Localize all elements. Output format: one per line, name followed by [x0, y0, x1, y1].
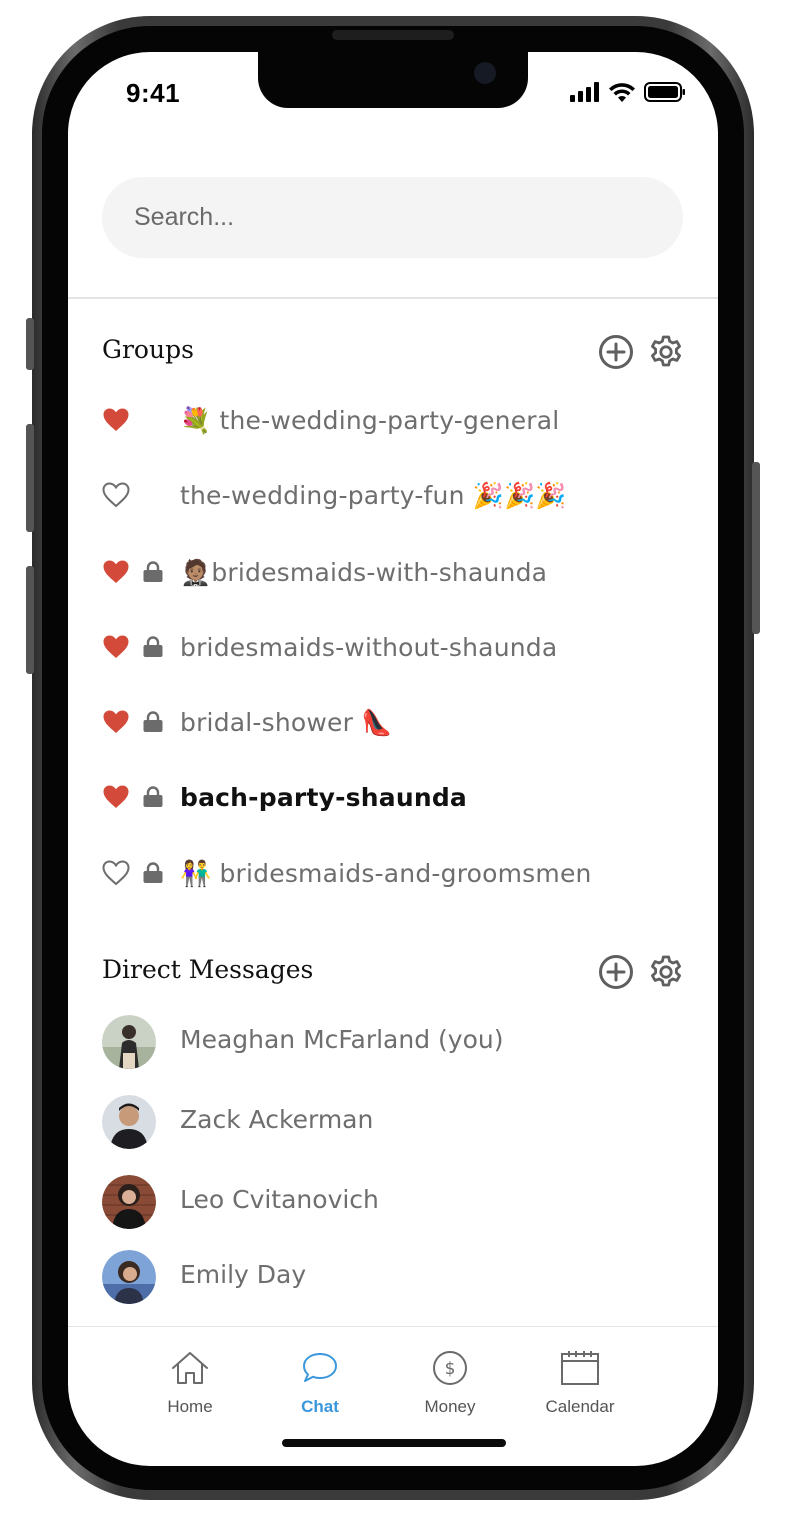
groups-settings-gear-icon[interactable]: [648, 334, 684, 370]
heart-filled-icon[interactable]: [102, 407, 130, 433]
tab-label: Calendar: [545, 1397, 615, 1416]
phone-mute-switch: [26, 318, 34, 370]
dm-item[interactable]: Emily Day: [102, 1250, 682, 1304]
group-item[interactable]: 🤵🏽bridesmaids-with-shaunda: [102, 547, 682, 597]
heart-filled-icon[interactable]: [102, 709, 130, 735]
tab-home[interactable]: Home: [135, 1350, 245, 1417]
group-item-selected[interactable]: bach-party-shaunda: [102, 772, 682, 822]
heart-filled-icon[interactable]: [102, 559, 130, 585]
battery-icon: [644, 82, 685, 102]
direct-messages-title: Direct Messages: [102, 955, 314, 984]
group-item[interactable]: 👫 bridesmaids-and-groomsmen: [102, 848, 682, 898]
direct-messages-actions: [598, 954, 684, 990]
group-item[interactable]: 💐 the-wedding-party-general: [102, 395, 682, 445]
avatar: [102, 1250, 156, 1304]
status-icons: [570, 82, 686, 102]
group-name: the-wedding-party-fun 🎉🎉🎉: [180, 481, 567, 510]
chat-bubble-icon: [303, 1353, 337, 1382]
calendar-icon: [561, 1351, 599, 1385]
search-bar[interactable]: [102, 177, 683, 258]
dm-name: Zack Ackerman: [180, 1105, 374, 1134]
heart-outline-icon[interactable]: [102, 482, 130, 508]
group-item[interactable]: the-wedding-party-fun 🎉🎉🎉: [102, 470, 682, 520]
home-indicator[interactable]: [282, 1439, 506, 1447]
heart-filled-icon[interactable]: [102, 634, 130, 660]
heart-filled-icon[interactable]: [102, 784, 130, 810]
app-screen: 9:41 Groups: [68, 52, 718, 1466]
earpiece-speaker: [332, 30, 454, 40]
tab-calendar[interactable]: Calendar: [525, 1350, 635, 1417]
avatar: [102, 1095, 156, 1149]
dm-name: Emily Day: [180, 1260, 307, 1289]
avatar: [102, 1175, 156, 1229]
groups-actions: [598, 334, 684, 370]
group-name: 🤵🏽bridesmaids-with-shaunda: [180, 558, 548, 587]
header-divider: [68, 297, 718, 299]
dm-item[interactable]: Meaghan McFarland (you): [102, 1015, 682, 1069]
lock-icon: [143, 636, 163, 657]
group-name: bridesmaids-without-shaunda: [180, 633, 558, 662]
phone-power-button: [752, 462, 760, 634]
tab-money[interactable]: $ Money: [395, 1350, 505, 1417]
group-name: bridal-shower 👠: [180, 708, 393, 737]
avatar: [102, 1015, 156, 1069]
heart-outline-icon[interactable]: [102, 860, 130, 886]
svg-text:$: $: [445, 1359, 456, 1379]
add-direct-message-icon[interactable]: [598, 954, 634, 990]
lock-icon: [143, 786, 163, 807]
notch: [258, 52, 528, 108]
search-input[interactable]: [132, 202, 683, 233]
front-camera: [474, 62, 496, 84]
group-item[interactable]: bridesmaids-without-shaunda: [102, 622, 682, 672]
phone-volume-down-button: [26, 566, 34, 674]
wifi-icon: [609, 83, 635, 102]
dm-name: Meaghan McFarland (you): [180, 1025, 504, 1054]
dm-name: Leo Cvitanovich: [180, 1185, 379, 1214]
group-name: bach-party-shaunda: [180, 783, 467, 812]
signal-icon: [570, 82, 599, 102]
lock-icon: [143, 862, 163, 883]
tab-label: Home: [167, 1397, 213, 1416]
tab-label: Money: [424, 1397, 476, 1416]
tab-label: Chat: [301, 1397, 339, 1416]
phone-volume-up-button: [26, 424, 34, 532]
group-item[interactable]: bridal-shower 👠: [102, 697, 682, 747]
status-time: 9:41: [126, 78, 181, 108]
groups-title: Groups: [102, 335, 194, 364]
dm-item[interactable]: Leo Cvitanovich: [102, 1175, 682, 1229]
direct-messages-settings-gear-icon[interactable]: [648, 954, 684, 990]
home-icon: [172, 1352, 208, 1384]
lock-icon: [143, 561, 163, 582]
dm-item[interactable]: Zack Ackerman: [102, 1095, 682, 1149]
add-group-icon[interactable]: [598, 334, 634, 370]
tab-chat[interactable]: Chat: [265, 1350, 375, 1417]
dollar-circle-icon: $: [433, 1351, 467, 1385]
lock-icon: [143, 711, 163, 732]
group-name: 👫 bridesmaids-and-groomsmen: [180, 859, 592, 888]
group-name: 💐 the-wedding-party-general: [180, 406, 560, 435]
